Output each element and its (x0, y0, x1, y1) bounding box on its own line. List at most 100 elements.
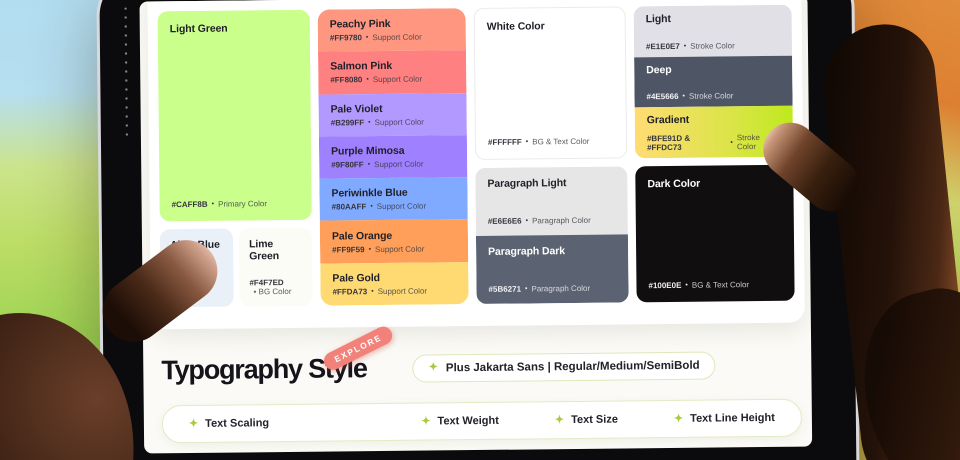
title-wrap: Typography Style EXPLORE (161, 353, 367, 386)
hex-value: #CAFF8B (172, 200, 208, 209)
swatch-label: Paragraph Dark (488, 245, 616, 258)
color-role: BG Color (259, 287, 292, 296)
color-role: BG & Text Color (692, 280, 749, 290)
bullet-separator: • (684, 42, 687, 49)
swatch-label: Light (646, 12, 780, 25)
swatch-label: Purple Mimosa (331, 144, 455, 157)
bullet-separator: • (730, 139, 733, 146)
swatch-meta: #FFDA73•Support Color (332, 286, 456, 296)
swatch-pale-violet[interactable]: Pale Violet #B299FF•Support Color (318, 93, 466, 137)
swatch-meta: #100E0E • BG & Text Color (648, 280, 782, 290)
swatch-salmon-pink[interactable]: Salmon Pink #FF8080 • Support Color (318, 50, 466, 94)
bullet-separator: • (366, 34, 369, 41)
feature-label: Text Line Height (690, 412, 775, 425)
bullet-separator: • (685, 282, 688, 289)
feature-text-scaling[interactable]: ✦ Text Scaling (189, 417, 269, 430)
color-role: Support Color (372, 33, 421, 43)
color-role: Support Color (377, 202, 426, 212)
color-role: Support Color (374, 160, 423, 170)
color-palette-panel: Light Green #CAFF8B • Primary Color Alic… (147, 0, 805, 329)
feature-label: Text Size (571, 414, 618, 426)
bullet-separator: • (526, 138, 529, 145)
swatch-label: Pale Gold (332, 271, 456, 284)
palette-column-neutral: White Color #FFFFFF•BG & Text Color Para… (474, 6, 629, 310)
feature-text-weight[interactable]: ✦ Text Weight (421, 415, 499, 428)
feature-text-line-height[interactable]: ✦ Text Line Height (674, 412, 775, 425)
swatch-meta: #FF9F59•Support Color (332, 244, 456, 254)
swatch-stroke-deep[interactable]: Deep #4E5666•Stroke Color (634, 55, 793, 107)
color-role: Primary Color (218, 199, 267, 209)
hex-value: #FF9780 (330, 33, 362, 42)
typography-features-bar: ✦ Text Scaling ✦ Text Weight ✦ Text Size… (162, 399, 802, 444)
swatch-label: Deep (646, 62, 780, 75)
sparkle-icon: ✦ (555, 415, 564, 426)
swatch-meta: #E6E6E6 •Paragraph Color (488, 216, 616, 226)
tablet-screen: Light Green #CAFF8B • Primary Color Alic… (139, 0, 812, 454)
bullet-separator: • (683, 93, 686, 100)
bullet-separator: • (525, 285, 528, 292)
hex-value: #80AAFF (332, 202, 367, 211)
swatch-dark-color[interactable]: Dark Color #100E0E•BG & Text Color (635, 165, 794, 303)
swatch-paragraph-dark[interactable]: Paragraph Dark #5B6271 •Paragraph Color (476, 234, 629, 304)
swatch-label: Pale Violet (331, 102, 455, 115)
swatch-stroke-light[interactable]: Light #E1E0E7•Stroke Color (634, 5, 793, 57)
paragraph-color-stack: Paragraph Light #E6E6E6•Paragraph Color … (475, 166, 628, 304)
feature-label: Text Weight (437, 415, 498, 428)
hex-value: #100E0E (648, 281, 681, 290)
color-role: Support Color (375, 244, 424, 254)
swatch-label: Lime Green (249, 238, 302, 263)
feature-text-size[interactable]: ✦ Text Size (555, 414, 618, 427)
color-role: Support Color (378, 286, 427, 296)
font-family-pill[interactable]: ✦ Plus Jakarta Sans | Regular/Medium/Sem… (413, 351, 716, 382)
hex-value: #BFE91D & #FFDC73 (647, 133, 727, 152)
swatch-label: Light Green (170, 22, 298, 35)
bullet-separator: • (370, 203, 373, 210)
typography-section-header: Typography Style EXPLORE ✦ Plus Jakarta … (161, 350, 716, 387)
hex-value: #5B6271 (488, 285, 521, 294)
color-role: Stroke Color (690, 41, 735, 50)
swatch-periwinkle-blue[interactable]: Periwinkle Blue #80AAFF• Support Color (319, 177, 467, 221)
swatch-pale-orange[interactable]: Pale Orange #FF9F59•Support Color (320, 220, 468, 264)
color-role: BG & Text Color (532, 137, 589, 147)
scene: Light Green #CAFF8B • Primary Color Alic… (0, 0, 960, 460)
hex-value: #F4F7ED (249, 278, 302, 288)
hex-value: #E6E6E6 (488, 217, 522, 226)
swatch-paragraph-light[interactable]: Paragraph Light #E6E6E6•Paragraph Color (475, 166, 628, 236)
swatch-meta: #BFE91D & #FFDC73•Stroke Color (647, 133, 781, 152)
swatch-pale-gold[interactable]: Pale Gold #FFDA73•Support Color (320, 262, 468, 306)
font-family-label: Plus Jakarta Sans | Regular/Medium/SemiB… (446, 359, 700, 374)
bullet-separator: • (526, 217, 529, 224)
swatch-meta: #FF8080 • Support Color (330, 75, 454, 85)
swatch-meta: #FF9780 •Support Color (330, 32, 454, 42)
swatch-white-color[interactable]: White Color #FFFFFF •BG & Text Color (474, 6, 628, 160)
swatch-meta: #80AAFF• Support Color (332, 201, 456, 211)
color-role: Support Color (373, 75, 422, 85)
swatch-label: White Color (487, 20, 613, 33)
hex-value: #FF8080 (330, 76, 362, 85)
color-role: Paragraph Color (532, 216, 591, 226)
color-role: Support Color (375, 117, 424, 127)
color-role: Paragraph Color (531, 284, 590, 294)
swatch-meta: #CAFF8B • Primary Color (172, 199, 300, 209)
swatch-peachy-pink[interactable]: Peachy Pink #FF9780•Support Color (318, 8, 466, 52)
bullet-separator: • (212, 201, 215, 208)
swatch-label: Salmon Pink (330, 60, 454, 73)
palette-column-support: Peachy Pink #FF9780•Support Color Salmon… (318, 8, 469, 312)
tablet-device: Light Green #CAFF8B • Primary Color Alic… (99, 0, 857, 460)
sparkle-icon: ✦ (421, 416, 430, 427)
bullet-separator: • (253, 287, 256, 296)
swatch-label: Periwinkle Blue (331, 186, 455, 199)
bullet-separator: • (371, 288, 374, 295)
swatch-meta: #E1E0E7•Stroke Color (646, 40, 780, 50)
swatch-meta: #B299FF•Support Color (331, 117, 455, 127)
swatch-purple-mimosa[interactable]: Purple Mimosa #9F80FF•Support Color (319, 135, 467, 179)
swatch-light-green[interactable]: Light Green #CAFF8B • Primary Color (158, 10, 312, 222)
swatch-label: Gradient (647, 113, 781, 126)
bullet-separator: • (368, 161, 371, 168)
hex-value: #FFFFFF (488, 138, 522, 147)
speaker-holes (125, 8, 128, 138)
swatch-meta: #4E5666•Stroke Color (646, 91, 780, 101)
sparkle-icon: ✦ (674, 413, 683, 424)
bullet-separator: • (366, 77, 369, 84)
swatch-lime-green[interactable]: Lime Green #F4F7ED • BG Color (239, 228, 313, 307)
